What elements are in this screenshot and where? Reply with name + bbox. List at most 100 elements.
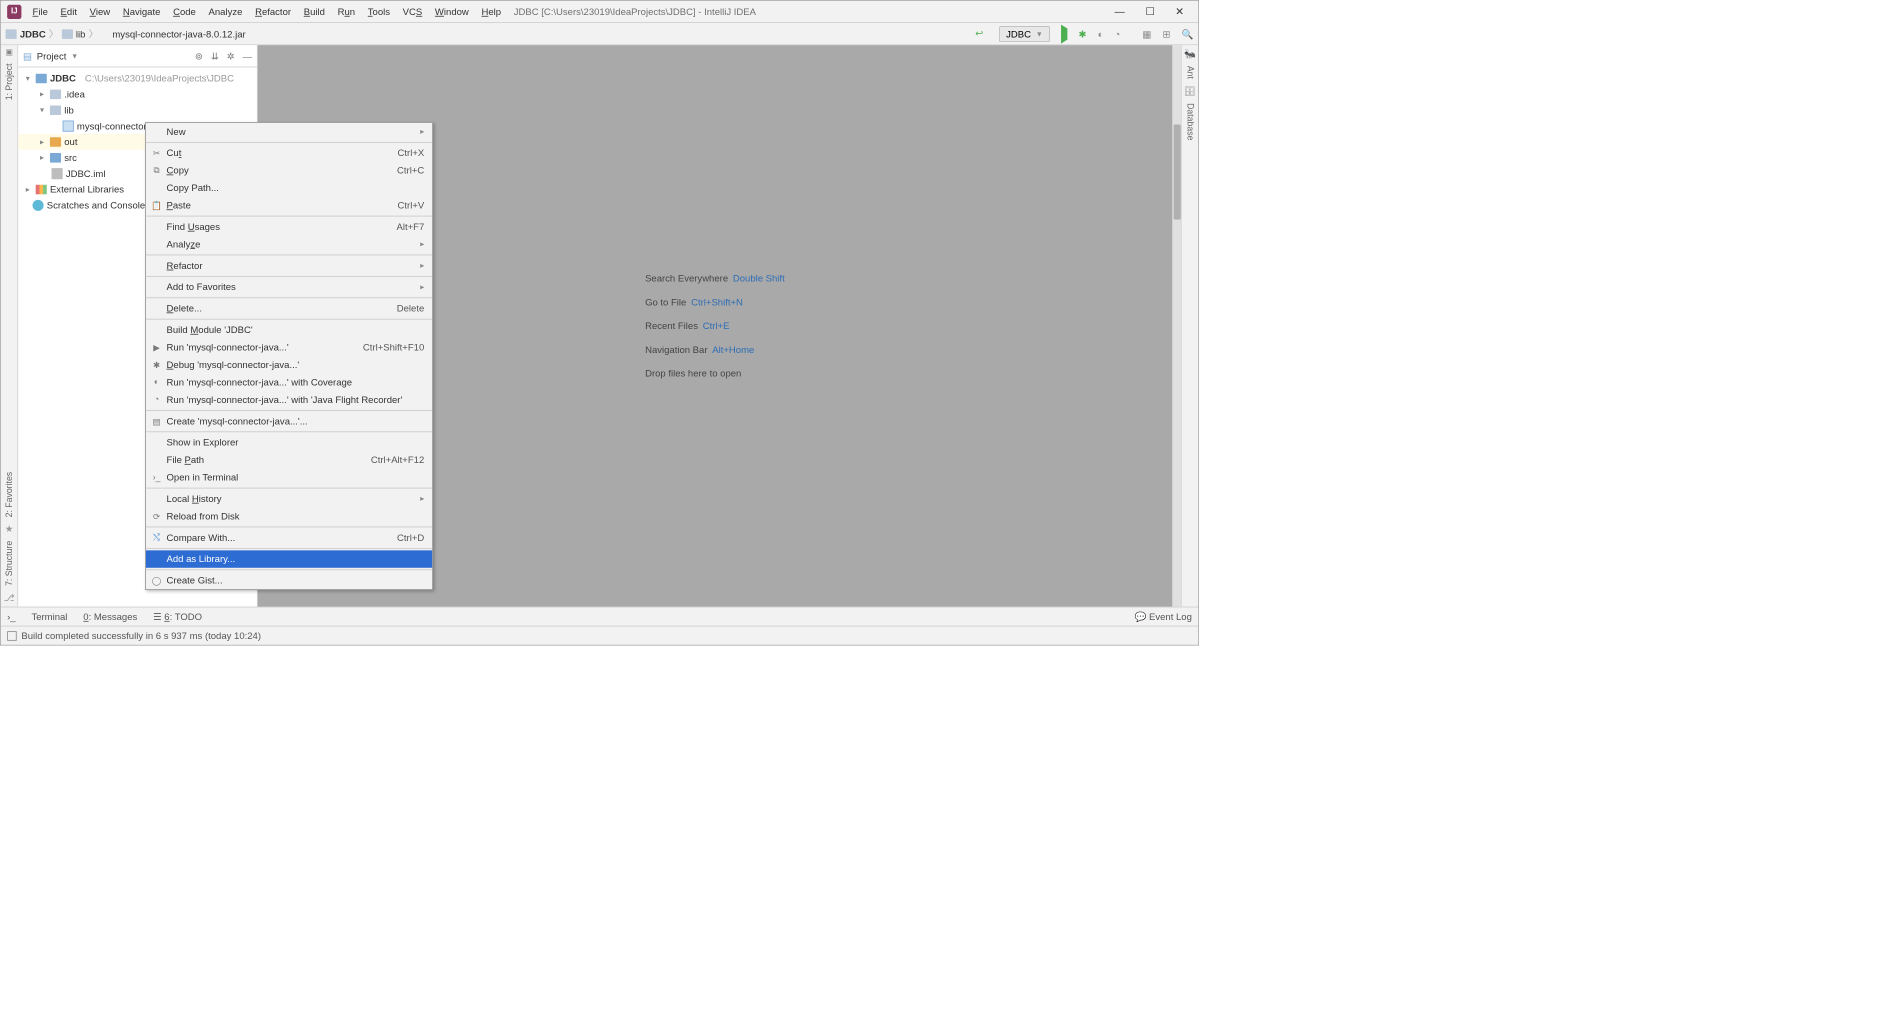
- ctx-run[interactable]: ▶Run 'mysql-connector-java...'Ctrl+Shift…: [146, 339, 432, 356]
- ctx-debug[interactable]: ✱Debug 'mysql-connector-java...': [146, 356, 432, 373]
- tab-event-log[interactable]: 💬 Event Log: [1135, 611, 1192, 622]
- ctx-show-explorer[interactable]: Show in Explorer: [146, 434, 432, 451]
- iml-icon: [52, 168, 63, 179]
- ctx-open-terminal[interactable]: ›_Open in Terminal: [146, 469, 432, 486]
- jar-icon: [101, 29, 111, 39]
- menu-navigate[interactable]: Navigate: [116, 3, 166, 20]
- tab-todo[interactable]: ☰ 6: TODO: [153, 611, 202, 622]
- app-logo-icon: IJ: [7, 4, 21, 18]
- ctx-add-favorites[interactable]: Add to Favorites▸: [146, 278, 432, 295]
- ctx-refactor[interactable]: Refactor▸: [146, 257, 432, 274]
- ctx-new[interactable]: New▸: [146, 123, 432, 140]
- ctx-run-jfr[interactable]: ◔Run 'mysql-connector-java...' with 'Jav…: [146, 391, 432, 408]
- tab-ant[interactable]: Ant: [1185, 66, 1195, 79]
- maximize-button[interactable]: ☐: [1145, 5, 1154, 18]
- back-hammer-icon[interactable]: ↩: [975, 27, 988, 40]
- tab-database[interactable]: Database: [1185, 103, 1195, 140]
- refresh-icon: ⟳: [151, 510, 163, 522]
- profiler-button[interactable]: ◔: [1114, 28, 1120, 39]
- menu-refactor[interactable]: Refactor: [249, 3, 298, 20]
- tab-terminal[interactable]: Terminal: [31, 611, 67, 622]
- tree-lib[interactable]: ▾lib: [18, 102, 257, 118]
- menu-view[interactable]: View: [83, 3, 116, 20]
- folder-icon: [6, 29, 17, 39]
- search-everywhere-button[interactable]: 🔍: [1182, 28, 1194, 39]
- tab-favorites[interactable]: 2: Favorites: [4, 472, 14, 518]
- menu-build[interactable]: Build: [297, 3, 331, 20]
- locate-icon[interactable]: ⊚: [195, 50, 203, 61]
- context-menu: New▸ ✂CutCtrl+X ⧉CopyCtrl+C Copy Path...…: [145, 122, 433, 590]
- menu-analyze[interactable]: Analyze: [202, 3, 249, 20]
- ctx-add-as-library[interactable]: Add as Library...: [146, 550, 432, 567]
- left-tool-gutter: ▣ 1: Project 2: Favorites ★ 7: Structure…: [1, 45, 18, 606]
- libraries-icon: [36, 185, 47, 195]
- tab-messages[interactable]: 0: Messages: [83, 611, 137, 622]
- folder-icon: [62, 29, 73, 39]
- update-app-button[interactable]: ▦: [1142, 28, 1151, 39]
- vertical-scrollbar[interactable]: [1172, 45, 1181, 606]
- breadcrumb-project[interactable]: JDBC: [20, 28, 46, 39]
- ctx-run-coverage[interactable]: ◐Run 'mysql-connector-java...' with Cove…: [146, 374, 432, 391]
- ctx-analyze[interactable]: Analyze▸: [146, 236, 432, 253]
- tip-nav-shortcut: Alt+Home: [712, 344, 754, 355]
- status-text: Build completed successfully in 6 s 937 …: [21, 630, 261, 641]
- tool-window-bar: ›_ Terminal 0: Messages ☰ 6: TODO 💬 Even…: [1, 607, 1198, 626]
- terminal-icon: ›_: [7, 611, 15, 622]
- ctx-create-runconfig[interactable]: ▤Create 'mysql-connector-java...'...: [146, 412, 432, 429]
- gear-icon[interactable]: ✲: [227, 50, 235, 61]
- jar-icon: [63, 121, 74, 132]
- tip-search: Search Everywhere: [645, 273, 728, 284]
- tip-drop: Drop files here to open: [645, 368, 741, 379]
- ctx-find-usages[interactable]: Find UsagesAlt+F7: [146, 218, 432, 235]
- debug-button[interactable]: ✱: [1079, 28, 1087, 39]
- breadcrumb-folder[interactable]: lib: [76, 28, 86, 39]
- status-bar: Build completed successfully in 6 s 937 …: [1, 626, 1198, 645]
- terminal-icon: ›_: [151, 471, 163, 483]
- tree-project-root[interactable]: ▾JDBC C:\Users\23019\IdeaProjects\JDBC: [18, 71, 257, 87]
- ctx-compare-with[interactable]: ⤭Compare With...Ctrl+D: [146, 529, 432, 546]
- menu-file[interactable]: File: [26, 3, 54, 20]
- ctx-copy-path[interactable]: Copy Path...: [146, 179, 432, 196]
- menu-tools[interactable]: Tools: [361, 3, 396, 20]
- menu-run[interactable]: Run: [331, 3, 361, 20]
- project-structure-button[interactable]: ⊞: [1163, 28, 1171, 39]
- ctx-copy[interactable]: ⧉CopyCtrl+C: [146, 162, 432, 179]
- tree-idea[interactable]: ▸.idea: [18, 86, 257, 102]
- status-icon[interactable]: [7, 631, 17, 641]
- ctx-cut[interactable]: ✂CutCtrl+X: [146, 144, 432, 161]
- ctx-build-module[interactable]: Build Module 'JDBC': [146, 321, 432, 338]
- tab-structure[interactable]: 7: Structure: [4, 541, 14, 586]
- window-title: JDBC [C:\Users\23019\IdeaProjects\JDBC] …: [514, 6, 756, 17]
- ctx-reload-disk[interactable]: ⟳Reload from Disk: [146, 508, 432, 525]
- tab-project[interactable]: 1: Project: [4, 63, 14, 100]
- scratches-icon: [33, 200, 44, 211]
- ctx-delete[interactable]: Delete...Delete: [146, 300, 432, 317]
- ctx-file-path[interactable]: File PathCtrl+Alt+F12: [146, 451, 432, 468]
- breadcrumb-file[interactable]: mysql-connector-java-8.0.12.jar: [112, 28, 245, 39]
- menu-edit[interactable]: Edit: [54, 3, 83, 20]
- tip-recent: Recent Files: [645, 320, 698, 331]
- menu-window[interactable]: Window: [429, 3, 476, 20]
- scrollbar-thumb[interactable]: [1174, 125, 1181, 220]
- project-view-title[interactable]: Project: [37, 50, 67, 61]
- jfr-icon: ◔: [151, 394, 163, 406]
- ctx-local-history[interactable]: Local History▸: [146, 490, 432, 507]
- chevron-down-icon: ▼: [1036, 30, 1043, 38]
- menu-vcs[interactable]: VCS: [396, 3, 428, 20]
- chevron-down-icon[interactable]: ▼: [71, 52, 78, 60]
- ctx-paste[interactable]: 📋PasteCtrl+V: [146, 197, 432, 214]
- project-view-icon: ▤: [23, 50, 32, 61]
- run-config-selector[interactable]: JDBC ▼: [999, 26, 1050, 42]
- run-icon: ▶: [151, 341, 163, 353]
- menu-code[interactable]: Code: [167, 3, 202, 20]
- paste-icon: 📋: [151, 199, 163, 211]
- collapse-icon[interactable]: ⇊: [211, 50, 219, 61]
- run-button[interactable]: [1061, 28, 1067, 39]
- minimize-button[interactable]: —: [1115, 5, 1125, 18]
- hide-icon[interactable]: —: [243, 50, 253, 61]
- ctx-create-gist[interactable]: ◯Create Gist...: [146, 572, 432, 589]
- menu-help[interactable]: Help: [475, 3, 507, 20]
- run-coverage-button[interactable]: ◐: [1098, 28, 1104, 39]
- navigation-bar: JDBC 〉 lib 〉 mysql-connector-java-8.0.12…: [1, 23, 1198, 45]
- close-button[interactable]: ✕: [1175, 5, 1184, 18]
